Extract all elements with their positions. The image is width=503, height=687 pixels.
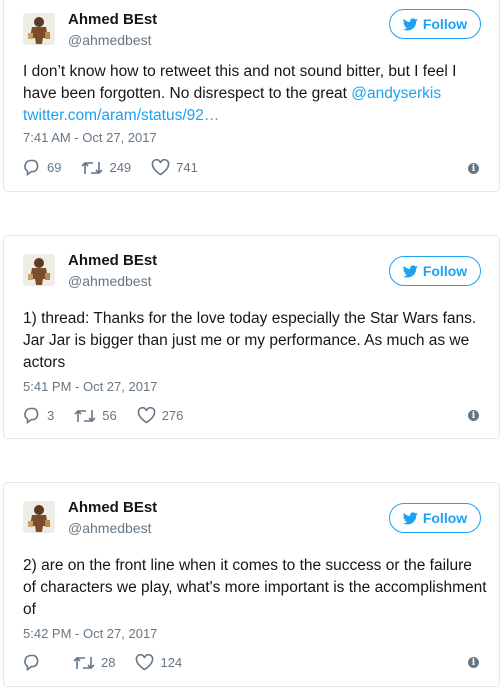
reply-button[interactable]: 69 — [23, 159, 61, 176]
tweet-actions: 3 56 276 — [23, 407, 203, 424]
author-name[interactable]: Ahmed BEst — [68, 252, 157, 269]
follow-button[interactable]: Follow — [389, 503, 481, 533]
tweet-timestamp[interactable]: 5:41 PM - Oct 27, 2017 — [23, 379, 157, 394]
like-count: 741 — [176, 160, 198, 175]
avatar[interactable] — [23, 254, 55, 286]
tweet-actions: 28 124 — [23, 654, 202, 671]
tweet-card: Ahmed BEst @ahmedbest Follow 2) are on t… — [3, 482, 500, 687]
like-count: 276 — [161, 408, 184, 423]
like-count: 124 — [160, 655, 183, 670]
retweet-count: 249 — [109, 160, 132, 175]
info-icon[interactable]: i — [468, 163, 479, 174]
retweet-button[interactable]: 249 — [81, 160, 131, 176]
tweet-timestamp[interactable]: 5:42 PM - Oct 27, 2017 — [23, 626, 157, 641]
retweet-icon — [73, 656, 95, 669]
follow-label: Follow — [422, 16, 468, 32]
twitter-bird-icon — [402, 511, 418, 524]
follow-label: Follow — [422, 263, 468, 279]
follow-label: Follow — [422, 510, 468, 526]
tweet-card: Ahmed BEst @ahmedbest Follow I don’t kno… — [3, 0, 500, 192]
info-icon[interactable]: i — [468, 657, 479, 668]
follow-button[interactable]: Follow — [389, 9, 481, 39]
retweet-count: 56 — [102, 408, 117, 423]
reply-count: 3 — [47, 408, 55, 423]
retweet-button[interactable]: 56 — [74, 408, 117, 424]
follow-button[interactable]: Follow — [389, 256, 481, 286]
info-icon[interactable]: i — [468, 410, 479, 421]
retweet-count: 28 — [101, 655, 116, 670]
tweet-text: 1) thread: Thanks for the love today esp… — [23, 310, 477, 371]
like-button[interactable]: 741 — [151, 159, 198, 176]
heart-icon — [136, 654, 154, 671]
heart-icon — [151, 159, 170, 176]
heart-icon — [137, 407, 156, 424]
author-handle[interactable]: @ahmedbest — [68, 520, 151, 536]
like-button[interactable]: 276 — [137, 407, 184, 424]
retweet-icon — [74, 409, 96, 422]
tweet-card: Ahmed BEst @ahmedbest Follow 1) thread: … — [3, 235, 500, 439]
reply-icon — [24, 159, 39, 176]
tweet-url-link[interactable]: twitter.com/aram/status/92… — [23, 107, 219, 124]
tweet-actions: 69 249 741 — [23, 159, 218, 176]
retweet-button[interactable]: 28 — [73, 655, 115, 671]
reply-button[interactable]: 3 — [23, 407, 54, 424]
reply-icon — [24, 654, 39, 671]
author-name[interactable]: Ahmed BEst — [68, 499, 157, 516]
twitter-bird-icon — [402, 264, 418, 277]
author-name[interactable]: Ahmed BEst — [68, 11, 157, 28]
reply-icon — [24, 407, 39, 424]
tweet-text: 2) are on the front line when it comes t… — [23, 557, 487, 618]
twitter-bird-icon — [402, 17, 418, 30]
reply-count: 69 — [47, 160, 62, 175]
avatar[interactable] — [23, 13, 55, 45]
author-handle[interactable]: @ahmedbest — [68, 32, 151, 48]
mention-link[interactable]: @andyserkis — [351, 85, 441, 102]
author-handle[interactable]: @ahmedbest — [68, 273, 151, 289]
like-button[interactable]: 124 — [135, 654, 182, 671]
tweet-text: I don’t know how to retweet this and not… — [23, 61, 487, 127]
avatar[interactable] — [23, 501, 55, 533]
retweet-icon — [81, 161, 104, 174]
tweet-timestamp[interactable]: 7:41 AM - Oct 27, 2017 — [23, 130, 157, 145]
reply-button[interactable] — [23, 654, 47, 671]
